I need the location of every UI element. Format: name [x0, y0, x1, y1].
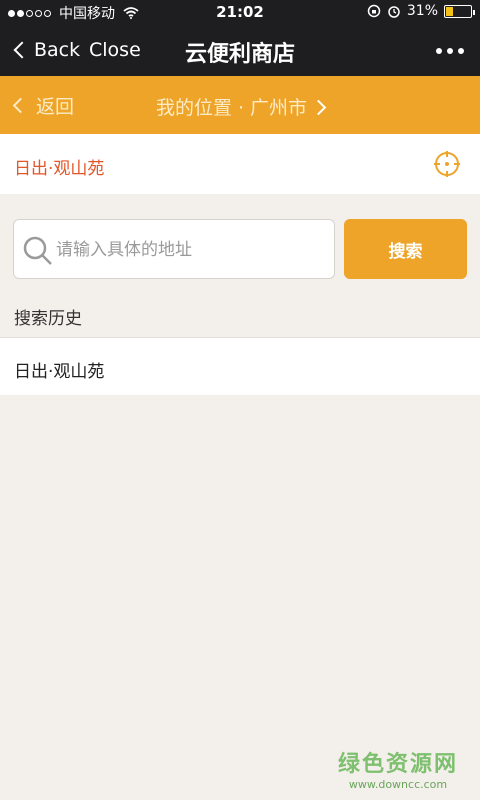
search-box[interactable]: [13, 219, 335, 279]
current-location-row[interactable]: 日出·观山苑: [0, 134, 480, 194]
page-title: 云便利商店: [184, 42, 295, 67]
history-item-label: 日出·观山苑: [14, 362, 105, 382]
nav-bar: Back Close 云便利商店: [0, 26, 480, 76]
city-selector[interactable]: 我的位置 · 广州市: [0, 93, 480, 120]
search-history-title: 搜索历史: [14, 309, 82, 329]
alarm-clock-icon: [388, 6, 400, 18]
search-button[interactable]: 搜索: [344, 219, 467, 279]
status-right: 31%: [367, 3, 475, 19]
battery-icon: [444, 4, 475, 18]
top-bar: 中国移动 21:02 31% Back Close 云便利商店: [0, 0, 480, 76]
watermark-logo: 绿色资源网 www.downcc.com: [338, 746, 458, 791]
history-list-item[interactable]: 日出·观山苑: [0, 337, 480, 395]
location-header: 返回 我的位置 · 广州市: [0, 76, 480, 134]
current-location-name: 日出·观山苑: [14, 159, 105, 179]
watermark-name: 绿色资源网: [337, 752, 458, 777]
chevron-right-icon: [310, 99, 327, 116]
status-bar: 中国移动 21:02 31%: [0, 0, 480, 24]
rotation-lock-icon: [367, 4, 381, 18]
more-options-icon[interactable]: [436, 48, 464, 54]
address-search-input[interactable]: [56, 236, 326, 264]
watermark-url: www.downcc.com: [348, 778, 448, 791]
search-icon: [23, 236, 52, 265]
battery-percent: 31%: [406, 3, 438, 19]
locate-target-icon[interactable]: [433, 150, 461, 178]
city-selector-label: 我的位置 · 广州市: [155, 97, 308, 119]
